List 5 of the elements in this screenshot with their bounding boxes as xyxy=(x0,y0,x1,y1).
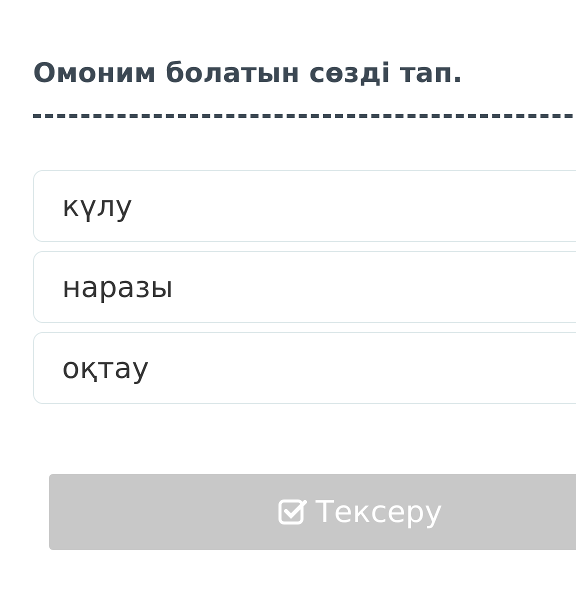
question-title: Омоним болатын сөзді тап. xyxy=(32,57,464,91)
answer-option[interactable]: оқтау xyxy=(33,332,576,404)
checkbox-icon xyxy=(278,498,308,526)
answer-option[interactable]: наразы xyxy=(33,251,576,323)
answer-option[interactable]: күлу xyxy=(33,170,576,242)
